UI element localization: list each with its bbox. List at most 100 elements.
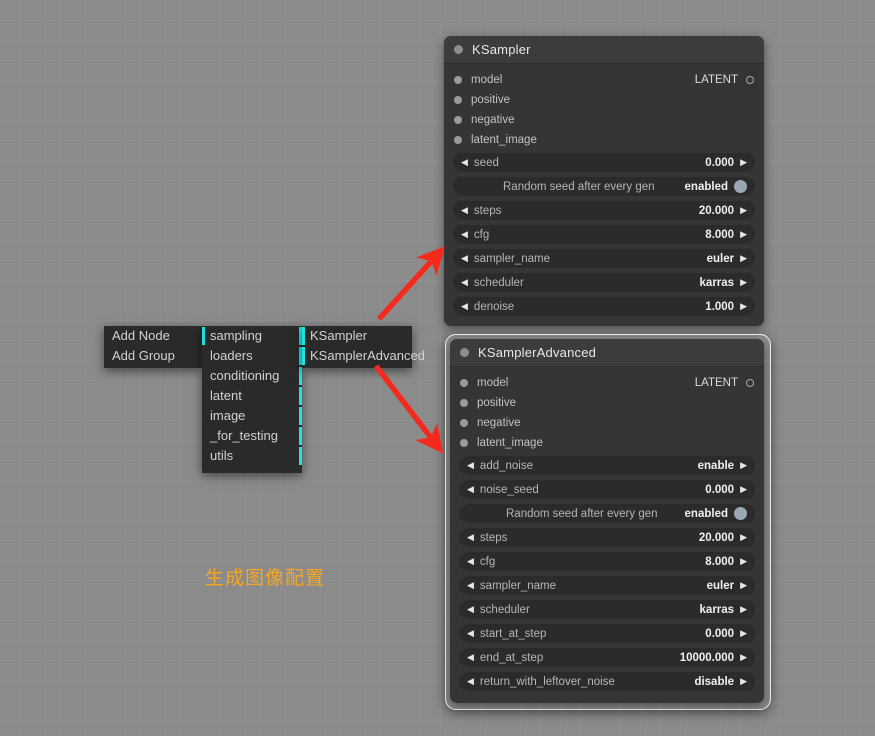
widget-steps[interactable]: ◀ steps 20.000 ▶: [459, 528, 755, 547]
widget-start-at-step[interactable]: ◀ start_at_step 0.000 ▶: [459, 624, 755, 643]
input-slot-negative[interactable]: negative: [444, 110, 764, 130]
widget-value[interactable]: 8.000: [705, 229, 734, 241]
decrement-arrow-icon[interactable]: ◀: [467, 629, 474, 638]
widget-sampler-name[interactable]: ◀ sampler_name euler ▶: [459, 576, 755, 595]
decrement-arrow-icon[interactable]: ◀: [467, 533, 474, 542]
increment-arrow-icon[interactable]: ▶: [740, 533, 747, 542]
node-ksampler-advanced[interactable]: KSamplerAdvanced model LATENT positive n…: [450, 339, 764, 703]
menu-item-conditioning[interactable]: conditioning: [202, 366, 302, 386]
slot-dot-icon[interactable]: [454, 116, 462, 124]
decrement-arrow-icon[interactable]: ◀: [467, 677, 474, 686]
input-slot-latent-image[interactable]: latent_image: [450, 433, 764, 453]
increment-arrow-icon[interactable]: ▶: [740, 677, 747, 686]
context-menu-root[interactable]: Add Node Add Group: [104, 326, 202, 368]
node-ksampler[interactable]: KSampler model LATENT positive negative …: [444, 36, 764, 326]
increment-arrow-icon[interactable]: ▶: [740, 629, 747, 638]
widget-random-seed-toggle[interactable]: Random seed after every gen enabled: [453, 177, 755, 196]
input-slot-model[interactable]: model LATENT: [444, 70, 764, 90]
node-title-bar[interactable]: KSampler: [444, 36, 764, 64]
slot-dot-icon[interactable]: [460, 439, 468, 447]
slot-dot-icon[interactable]: [454, 96, 462, 104]
menu-item-loaders[interactable]: loaders: [202, 346, 302, 366]
widget-sampler-name[interactable]: ◀ sampler_name euler ▶: [453, 249, 755, 268]
increment-arrow-icon[interactable]: ▶: [740, 485, 747, 494]
widget-random-seed-toggle[interactable]: Random seed after every gen enabled: [459, 504, 755, 523]
increment-arrow-icon[interactable]: ▶: [740, 278, 747, 287]
toggle-knob-icon[interactable]: [734, 180, 747, 193]
decrement-arrow-icon[interactable]: ◀: [461, 158, 468, 167]
decrement-arrow-icon[interactable]: ◀: [467, 581, 474, 590]
decrement-arrow-icon[interactable]: ◀: [461, 278, 468, 287]
context-menu-sampling-nodes[interactable]: KSampler KSamplerAdvanced: [302, 326, 412, 368]
widget-value[interactable]: karras: [700, 277, 735, 289]
increment-arrow-icon[interactable]: ▶: [740, 158, 747, 167]
decrement-arrow-icon[interactable]: ◀: [467, 653, 474, 662]
decrement-arrow-icon[interactable]: ◀: [461, 230, 468, 239]
decrement-arrow-icon[interactable]: ◀: [467, 605, 474, 614]
widget-value[interactable]: 20.000: [699, 205, 734, 217]
widget-scheduler[interactable]: ◀ scheduler karras ▶: [453, 273, 755, 292]
widget-value[interactable]: euler: [707, 253, 735, 265]
decrement-arrow-icon[interactable]: ◀: [467, 461, 474, 470]
widget-value[interactable]: 20.000: [699, 532, 734, 544]
widget-cfg[interactable]: ◀ cfg 8.000 ▶: [459, 552, 755, 571]
increment-arrow-icon[interactable]: ▶: [740, 230, 747, 239]
menu-item-utils[interactable]: utils: [202, 446, 302, 466]
widget-end-at-step[interactable]: ◀ end_at_step 10000.000 ▶: [459, 648, 755, 667]
widget-value[interactable]: 0.000: [705, 484, 734, 496]
increment-arrow-icon[interactable]: ▶: [740, 206, 747, 215]
decrement-arrow-icon[interactable]: ◀: [467, 485, 474, 494]
increment-arrow-icon[interactable]: ▶: [740, 461, 747, 470]
widget-steps[interactable]: ◀ steps 20.000 ▶: [453, 201, 755, 220]
increment-arrow-icon[interactable]: ▶: [740, 653, 747, 662]
slot-dot-icon[interactable]: [454, 76, 462, 84]
decrement-arrow-icon[interactable]: ◀: [461, 254, 468, 263]
output-slot-dot-icon[interactable]: [746, 76, 754, 84]
collapse-dot-icon[interactable]: [460, 348, 469, 357]
widget-value[interactable]: enable: [698, 460, 734, 472]
menu-item-add-group[interactable]: Add Group: [104, 346, 202, 366]
menu-item-image[interactable]: image: [202, 406, 302, 426]
increment-arrow-icon[interactable]: ▶: [740, 254, 747, 263]
widget-scheduler[interactable]: ◀ scheduler karras ▶: [459, 600, 755, 619]
widget-value[interactable]: 0.000: [705, 628, 734, 640]
widget-value[interactable]: 1.000: [705, 301, 734, 313]
menu-item-add-node[interactable]: Add Node: [104, 326, 202, 346]
decrement-arrow-icon[interactable]: ◀: [467, 557, 474, 566]
widget-value[interactable]: euler: [707, 580, 735, 592]
widget-value[interactable]: 0.000: [705, 157, 734, 169]
menu-item-ksampler[interactable]: KSampler: [302, 326, 412, 346]
context-menu-node-categories[interactable]: sampling loaders conditioning latent ima…: [202, 326, 302, 473]
increment-arrow-icon[interactable]: ▶: [740, 302, 747, 311]
menu-item-ksampleradvanced[interactable]: KSamplerAdvanced: [302, 346, 412, 366]
increment-arrow-icon[interactable]: ▶: [740, 557, 747, 566]
decrement-arrow-icon[interactable]: ◀: [461, 206, 468, 215]
widget-denoise[interactable]: ◀ denoise 1.000 ▶: [453, 297, 755, 316]
slot-dot-icon[interactable]: [454, 136, 462, 144]
node-title-bar[interactable]: KSamplerAdvanced: [450, 339, 764, 367]
output-slot-dot-icon[interactable]: [746, 379, 754, 387]
widget-noise-seed[interactable]: ◀ noise_seed 0.000 ▶: [459, 480, 755, 499]
input-slot-latent-image[interactable]: latent_image: [444, 130, 764, 150]
widget-add-noise[interactable]: ◀ add_noise enable ▶: [459, 456, 755, 475]
increment-arrow-icon[interactable]: ▶: [740, 605, 747, 614]
input-slot-model[interactable]: model LATENT: [450, 373, 764, 393]
menu-item-for-testing[interactable]: _for_testing: [202, 426, 302, 446]
increment-arrow-icon[interactable]: ▶: [740, 581, 747, 590]
input-slot-positive[interactable]: positive: [450, 393, 764, 413]
widget-return-with-leftover-noise[interactable]: ◀ return_with_leftover_noise disable ▶: [459, 672, 755, 691]
slot-dot-icon[interactable]: [460, 419, 468, 427]
input-slot-negative[interactable]: negative: [450, 413, 764, 433]
widget-seed[interactable]: ◀ seed 0.000 ▶: [453, 153, 755, 172]
slot-dot-icon[interactable]: [460, 399, 468, 407]
widget-value[interactable]: 10000.000: [680, 652, 734, 664]
widget-value[interactable]: 8.000: [705, 556, 734, 568]
widget-value[interactable]: karras: [700, 604, 735, 616]
widget-cfg[interactable]: ◀ cfg 8.000 ▶: [453, 225, 755, 244]
widget-value[interactable]: disable: [694, 676, 734, 688]
menu-item-sampling[interactable]: sampling: [202, 326, 302, 346]
slot-dot-icon[interactable]: [460, 379, 468, 387]
input-slot-positive[interactable]: positive: [444, 90, 764, 110]
menu-item-latent[interactable]: latent: [202, 386, 302, 406]
collapse-dot-icon[interactable]: [454, 45, 463, 54]
